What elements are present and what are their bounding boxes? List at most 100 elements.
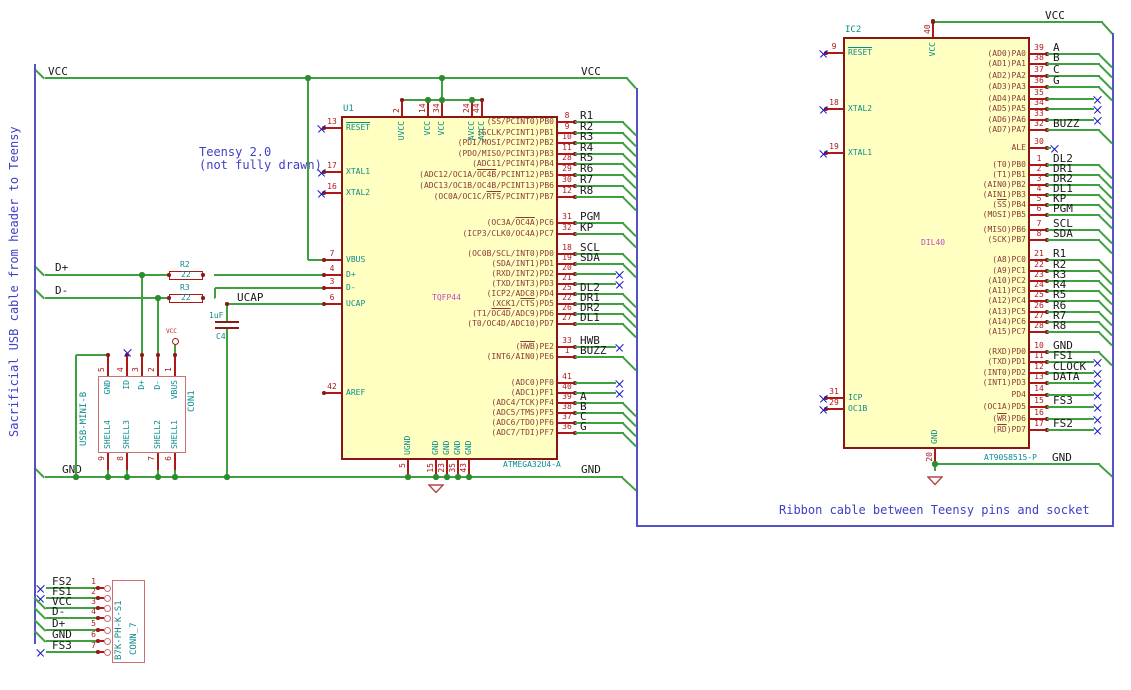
pin-number: 12 xyxy=(562,186,572,195)
pin-name: XTAL2 xyxy=(346,188,371,197)
wire xyxy=(45,476,623,478)
pin-number: 4 xyxy=(116,367,125,372)
chip-footprint: DIL40 xyxy=(921,238,946,247)
pin-name: XTAL1 xyxy=(848,148,873,157)
pin-name: (TXD)PD1 xyxy=(987,357,1026,366)
pin-number: 26 xyxy=(1034,301,1044,310)
pin-number: 15 xyxy=(426,463,435,473)
pin-number: 9 xyxy=(831,42,837,51)
capacitor-ref: C4 xyxy=(216,332,226,341)
left-bus-caption: Sacrificial USB cable from header to Tee… xyxy=(7,126,21,437)
pin-number: 15 xyxy=(1034,396,1044,405)
pin-number: 23 xyxy=(437,463,446,473)
net-label: FS2 xyxy=(1053,417,1073,430)
pin-number: 23 xyxy=(1034,270,1044,279)
wire xyxy=(45,297,169,299)
pin-number: 39 xyxy=(1034,43,1044,52)
pin-number: 29 xyxy=(829,398,839,407)
net-label: G xyxy=(580,420,587,433)
pin-end-dot xyxy=(931,20,935,24)
ground-symbol xyxy=(427,479,445,494)
net-label: R8 xyxy=(1053,319,1067,332)
pin-number: 38 xyxy=(1034,53,1044,62)
pin-number: 8 xyxy=(1036,229,1042,238)
pin-name: (A15)PC7 xyxy=(987,327,1026,336)
pin-circle xyxy=(104,637,111,645)
pin-name: (OC0B/SCL/INT0)PD0 xyxy=(467,249,554,258)
pin-end-dot xyxy=(201,273,205,277)
wire xyxy=(933,21,1103,23)
pin-name: OC1B xyxy=(848,404,868,413)
net-label: DL1 xyxy=(580,311,600,324)
pin-name: (AD6)PA6 xyxy=(987,115,1026,124)
pin-name: D- xyxy=(346,283,356,292)
pin-name: (A12)PC4 xyxy=(987,296,1026,305)
pin-name: (RXD/INT2)PD2 xyxy=(491,269,554,278)
junction-dot xyxy=(425,97,431,103)
connector-ref: CONN_7 xyxy=(129,622,139,655)
pin-number: 11 xyxy=(562,143,572,152)
pin-number: 36 xyxy=(1034,76,1044,85)
pin-name: AREF xyxy=(346,388,366,397)
pin-name: (RXD)PD0 xyxy=(987,347,1026,356)
pin-number: 6 xyxy=(329,293,335,302)
net-label: R8 xyxy=(580,184,594,197)
pin-end-dot xyxy=(225,302,229,306)
pin-number: 33 xyxy=(562,336,572,345)
chip-ref: IC2 xyxy=(845,25,862,35)
connector-value: B7K-PH-K-S1 xyxy=(114,600,124,660)
wire xyxy=(226,329,228,477)
pin-number: 1 xyxy=(564,346,570,355)
pin-name: GND xyxy=(464,440,473,455)
pin-end-dot xyxy=(480,98,484,102)
pin-name: RESET xyxy=(848,48,873,57)
chip-footprint: TQFP44 xyxy=(432,293,461,302)
pin-circle xyxy=(104,604,111,612)
wire xyxy=(935,463,1100,465)
junction-dot xyxy=(433,474,439,480)
pin-name: (MOSI)PB5 xyxy=(982,210,1026,219)
net-label: PGM xyxy=(1053,202,1073,215)
chip-ref: U1 xyxy=(343,104,354,114)
junction-dot xyxy=(455,474,461,480)
schematic-canvas: Sacrificial USB cable from header to Tee… xyxy=(0,0,1131,690)
pin-name: (ADC11/PCINT4)PB4 xyxy=(472,159,554,168)
pin xyxy=(325,259,341,261)
pin-number: 43 xyxy=(459,463,468,473)
pin xyxy=(174,453,176,470)
wire xyxy=(1047,108,1094,110)
pin-number: 3 xyxy=(91,597,96,606)
pin-name: (ADC13/OC1B/OC4B/PCINT13)PB6 xyxy=(419,181,554,190)
junction-dot xyxy=(466,474,472,480)
pin-name: UGND xyxy=(403,435,412,455)
pin-name: ID xyxy=(122,380,131,390)
wire xyxy=(1047,98,1094,100)
pin-circle xyxy=(104,584,111,592)
pin-number: 3 xyxy=(329,277,335,286)
net-label: G xyxy=(1053,74,1060,87)
pin-number: 12 xyxy=(1034,362,1044,371)
vcc-power-symbol xyxy=(171,337,179,345)
pin-name: SHELL4 xyxy=(103,420,112,449)
pin-name: (ADC6/TDO)PF6 xyxy=(491,418,554,427)
pin-name: (ADC0)PF0 xyxy=(510,378,554,387)
pin xyxy=(481,100,483,116)
pin-number: 44 xyxy=(472,103,481,113)
pin-number: 4 xyxy=(329,264,335,273)
wire xyxy=(157,298,159,355)
pin-name: RESET xyxy=(346,123,371,132)
junction-dot xyxy=(172,474,178,480)
pin-name: (AD5)PA5 xyxy=(987,104,1026,113)
junction-dot xyxy=(224,474,230,480)
pin xyxy=(827,108,843,110)
pin-name: (A9)PC1 xyxy=(992,266,1026,275)
pin xyxy=(827,52,843,54)
pin-name: (INT0)PD2 xyxy=(982,368,1026,377)
pin-end-dot xyxy=(322,258,326,262)
pin-name: (OC3A/OC4A)PC6 xyxy=(486,218,554,227)
pin-number: 6 xyxy=(164,456,173,461)
wire xyxy=(1047,382,1094,384)
pin-number: 18 xyxy=(562,243,572,252)
net-label: B xyxy=(1053,51,1060,64)
pin-number: 1 xyxy=(164,367,173,372)
